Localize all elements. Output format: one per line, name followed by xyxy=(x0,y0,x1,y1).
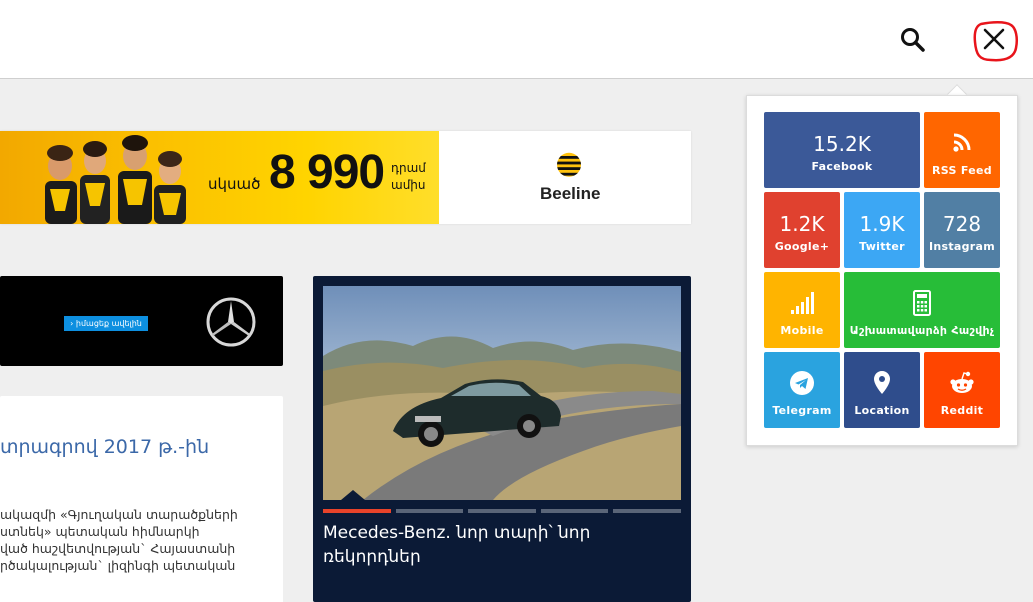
learn-more-button[interactable]: › իմացեք ավելին xyxy=(64,316,148,331)
instagram-tile[interactable]: 728 Instagram xyxy=(924,192,1000,268)
twitter-label: Twitter xyxy=(859,240,905,253)
price-unit-period: ամիս xyxy=(391,178,426,192)
article-line: ստնեկ» պետական հիմնարկի xyxy=(0,524,200,539)
rss-label: RSS Feed xyxy=(932,164,992,177)
slide-car-image[interactable] xyxy=(323,286,681,500)
slider-dot[interactable] xyxy=(323,509,391,513)
googleplus-count: 1.2K xyxy=(779,212,825,236)
calculator-label: Աշխատավարձի Հաշվիչ xyxy=(849,324,995,337)
close-icon xyxy=(973,21,1019,62)
search-button[interactable] xyxy=(897,24,929,56)
beeline-brand-name: Beeline xyxy=(540,184,601,203)
top-bar xyxy=(0,0,1033,79)
social-popup: 15.2K Facebook RSS Feed 1.2K Google+ 1.9… xyxy=(746,95,1018,446)
reddit-icon xyxy=(950,371,974,393)
mobile-tile[interactable]: Mobile xyxy=(764,272,840,348)
googleplus-label: Google+ xyxy=(774,240,830,253)
search-icon xyxy=(901,28,925,52)
location-pin-icon xyxy=(874,371,890,394)
rss-icon xyxy=(953,133,971,152)
facebook-label: Facebook xyxy=(811,160,873,173)
news-slider[interactable]: Mecedes-Benz. նոր տարի՝ նոր ռեկորդներ xyxy=(313,276,691,602)
beeline-logo-icon xyxy=(557,152,581,177)
facebook-count: 15.2K xyxy=(813,132,871,156)
article-excerpt: ակազմի «Գյուղական տարածքների ստնեկ» պետա… xyxy=(0,506,283,574)
slide-title[interactable]: Mecedes-Benz. նոր տարի՝ նոր ռեկորդներ xyxy=(323,521,623,569)
calculator-tile[interactable]: Աշխատավարձի Հաշվիչ xyxy=(844,272,1000,348)
googleplus-tile[interactable]: 1.2K Google+ xyxy=(764,192,840,268)
mercedes-star-icon xyxy=(206,297,256,347)
mobile-label: Mobile xyxy=(780,324,824,337)
twitter-tile[interactable]: 1.9K Twitter xyxy=(844,192,920,268)
beeline-ad-yellow-panel: սկսած 8 990 դրամ ամիս xyxy=(0,131,439,224)
article-title[interactable]: տրագրով 2017 թ.-ին xyxy=(0,436,209,458)
telegram-label: Telegram xyxy=(772,404,832,417)
slider-dot[interactable] xyxy=(395,509,464,513)
slider-dots xyxy=(323,509,681,513)
location-label: Location xyxy=(854,404,910,417)
rss-tile[interactable]: RSS Feed xyxy=(924,112,1000,188)
article-line: ակազմի «Գյուղական տարածքների xyxy=(0,507,238,522)
slider-dot[interactable] xyxy=(540,509,609,513)
slider-dot[interactable] xyxy=(613,509,681,513)
telegram-icon xyxy=(790,371,814,395)
article-line: րծակալության` լիզինգի պետական xyxy=(0,558,236,573)
reddit-label: Reddit xyxy=(940,404,984,417)
price-unit-currency: դրամ xyxy=(391,161,426,175)
telegram-tile[interactable]: Telegram xyxy=(764,352,840,428)
facebook-tile[interactable]: 15.2K Facebook xyxy=(764,112,920,188)
article-line: ված հաշվետվության` Հայաստանի xyxy=(0,541,236,556)
instagram-label: Instagram xyxy=(928,240,996,253)
location-tile[interactable]: Location xyxy=(844,352,920,428)
ad-people-image xyxy=(45,135,186,224)
slide-pointer xyxy=(341,490,365,500)
price-value: 8 990 xyxy=(269,146,385,199)
instagram-count: 728 xyxy=(942,212,982,236)
slider-dot[interactable] xyxy=(468,509,536,513)
reddit-tile[interactable]: Reddit xyxy=(924,352,1000,428)
signal-bars-icon xyxy=(791,292,814,314)
calculator-icon xyxy=(913,290,931,316)
twitter-count: 1.9K xyxy=(859,212,905,236)
price-prefix: սկսած xyxy=(208,175,261,193)
close-button[interactable] xyxy=(971,18,1019,64)
